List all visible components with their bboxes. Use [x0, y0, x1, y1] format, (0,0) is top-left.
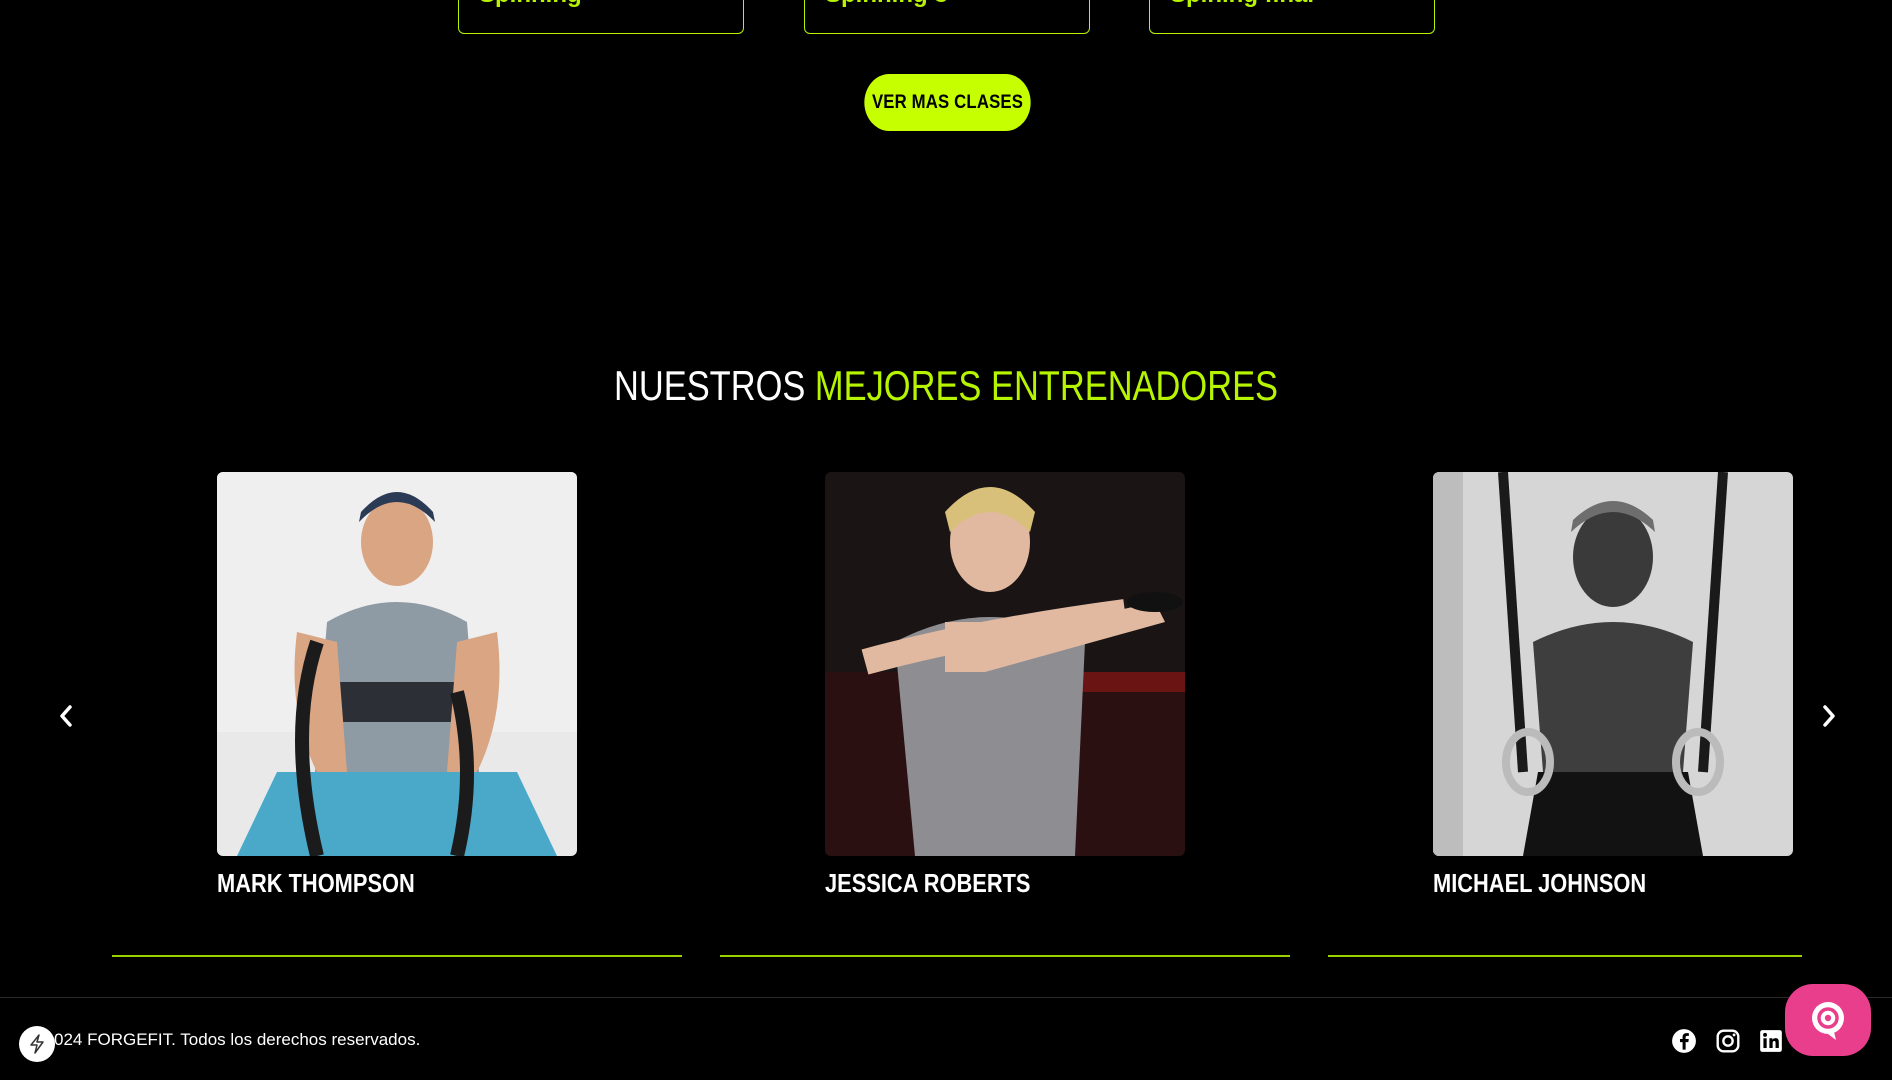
bolt-icon[interactable] — [19, 1026, 55, 1062]
class-card-title: Spinning — [479, 0, 582, 9]
class-card[interactable]: Spinning — [458, 0, 744, 34]
linkedin-icon[interactable] — [1758, 1028, 1784, 1054]
trainer-name: MICHAEL JOHNSON — [1433, 868, 1647, 898]
class-card[interactable]: Spinning 3 — [804, 0, 1090, 34]
facebook-icon[interactable] — [1671, 1028, 1697, 1054]
carousel-prev-button[interactable] — [50, 700, 82, 732]
title-green: MEJORES ENTRENADORES — [814, 362, 1279, 409]
more-classes-button[interactable]: VER MAS CLASES — [864, 74, 1031, 131]
chevron-left-icon — [60, 705, 72, 727]
class-card-title: Spining final — [1170, 0, 1314, 9]
instagram-icon[interactable] — [1715, 1028, 1741, 1054]
footer: 024 FORGEFIT. Todos los derechos reserva… — [0, 997, 1892, 1080]
trainer-name: MARK THOMPSON — [217, 868, 415, 898]
chevron-right-icon — [1823, 705, 1835, 727]
trainer-photo — [1433, 472, 1793, 856]
chat-icon — [1812, 1002, 1844, 1040]
trainers-section-title: NUESTROS MEJORES ENTRENADORES — [170, 362, 1721, 410]
title-white: NUESTROS — [613, 362, 806, 409]
trainer-card[interactable]: JESSICA ROBERTS — [825, 472, 1185, 899]
trainer-card[interactable]: MARK THOMPSON — [217, 472, 577, 899]
trainer-photo — [825, 472, 1185, 856]
class-card[interactable]: Spining final — [1149, 0, 1435, 34]
class-card-title: Spinning 3 — [825, 0, 948, 9]
trainer-card[interactable]: MICHAEL JOHNSON — [1433, 472, 1793, 899]
copyright-text: 024 FORGEFIT. Todos los derechos reserva… — [54, 1030, 421, 1049]
carousel-next-button[interactable] — [1813, 700, 1845, 732]
chat-widget-button[interactable] — [1785, 984, 1871, 1056]
divider-line — [1328, 955, 1802, 957]
page: Spinning Spinning 3 Spining final VER MA… — [0, 0, 1892, 1080]
divider-line — [720, 955, 1290, 957]
trainer-photo — [217, 472, 577, 856]
divider-line — [112, 955, 682, 957]
trainer-name: JESSICA ROBERTS — [825, 868, 1031, 898]
